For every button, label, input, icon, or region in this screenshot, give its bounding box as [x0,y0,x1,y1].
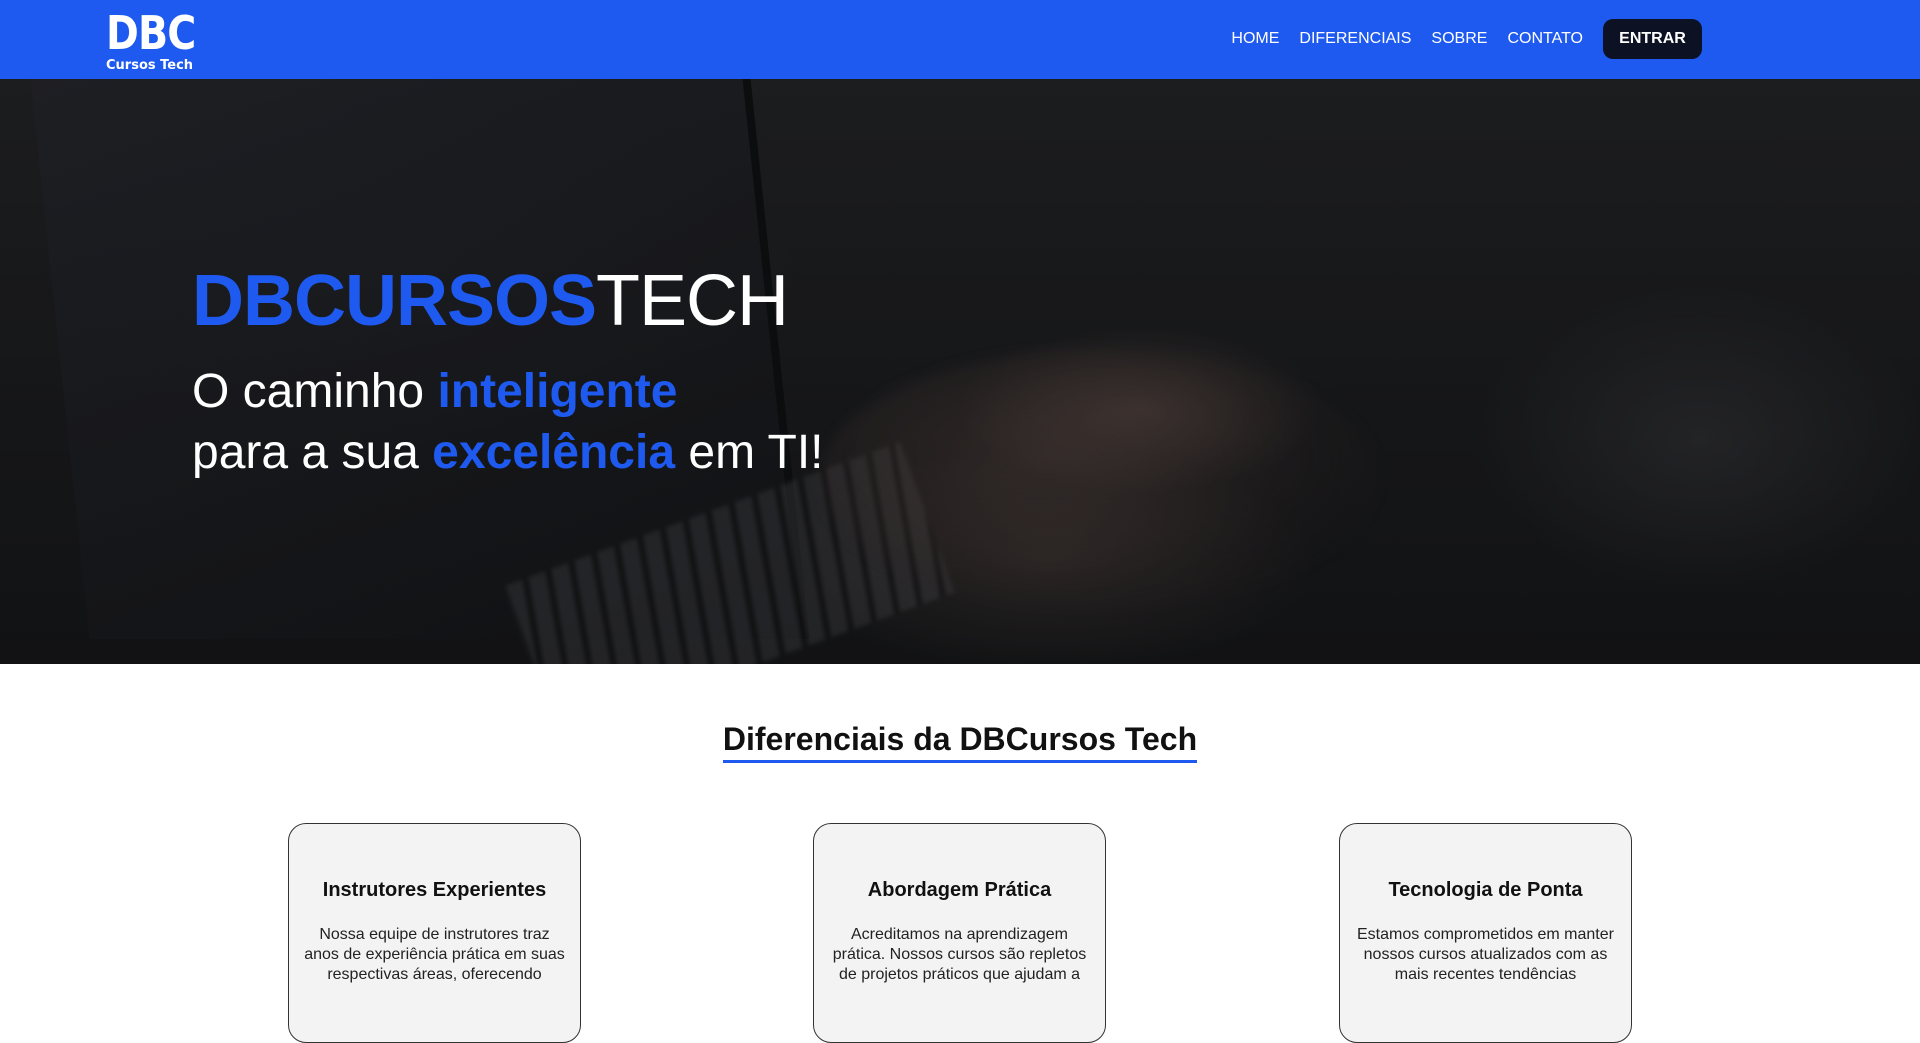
hero-banner: DBCURSOSTECH O caminho inteligente para … [0,79,1920,664]
hero-title-rest: TECH [596,261,789,341]
login-button[interactable]: ENTRAR [1603,19,1702,59]
nav-link-contato[interactable]: CONTATO [1497,30,1593,48]
nav-links: HOME DIFERENCIAIS SOBRE CONTATO ENTRAR [1221,19,1702,59]
logo-tagline: Cursos Tech [106,58,194,73]
features-title: Diferenciais da DBCursos Tech [722,718,1198,763]
feature-card-title: Instrutores Experientes [322,879,547,901]
navbar: DBC Cursos Tech HOME DIFERENCIAIS SOBRE … [0,0,1920,79]
hero-subtitle-text: O caminho [192,365,438,418]
hero-subtitle-text: para a sua [192,426,433,479]
hero-title: DBCURSOSTECH [192,261,789,341]
feature-card-tecnologia: Tecnologia de Ponta Estamos comprometido… [1339,823,1632,1043]
logo[interactable]: DBC Cursos Tech [106,6,196,73]
features-heading-wrap: Diferenciais da DBCursos Tech [0,718,1920,763]
hero-title-accent: DBCURSOS [192,261,597,341]
nav-link-home[interactable]: HOME [1221,30,1289,48]
feature-card-title: Tecnologia de Ponta [1388,879,1583,901]
feature-card-text: Nossa equipe de instrutores traz anos de… [304,926,565,983]
logo-wordmark: DBC [106,6,196,60]
feature-card-abordagem: Abordagem Prática Acreditamos na aprendi… [813,823,1106,1043]
feature-card-title: Abordagem Prática [867,879,1052,901]
hero-subtitle-highlight: excelência [432,426,676,479]
nav-link-diferenciais[interactable]: DIFERENCIAIS [1289,30,1421,48]
feature-card-instrutores: Instrutores Experientes Nossa equipe de … [288,823,581,1043]
feature-card-text: Estamos comprometidos em manter nossos c… [1357,926,1614,983]
hero-subtitle-highlight: inteligente [437,365,678,418]
hero-subtitle-text: em TI! [675,426,824,479]
nav-link-sobre[interactable]: SOBRE [1421,30,1497,48]
hero-subtitle-line-1: O caminho inteligente [192,361,824,422]
hero-subtitle: O caminho inteligente para a sua excelên… [192,361,824,483]
hero-subtitle-line-2: para a sua excelência em TI! [192,422,824,483]
feature-card-text: Acreditamos na aprendizagem prática. Nos… [832,926,1087,983]
